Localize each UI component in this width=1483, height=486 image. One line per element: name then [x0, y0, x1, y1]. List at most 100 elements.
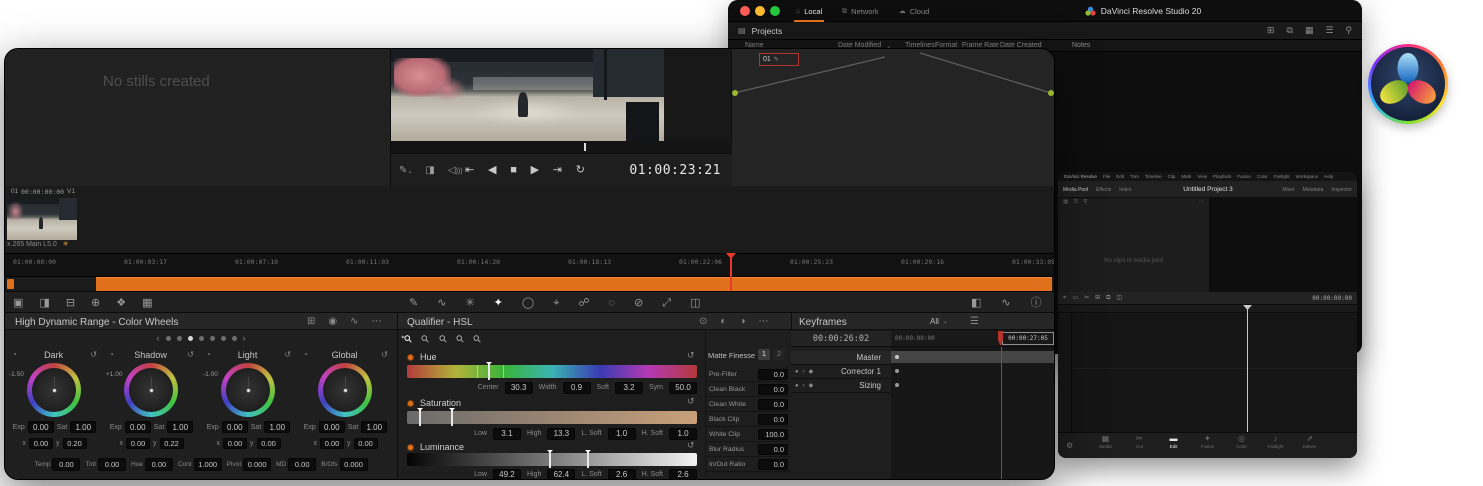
tab-cloud[interactable]: ☁ Cloud: [889, 0, 940, 22]
exp-value[interactable]: 0.00: [28, 421, 54, 433]
sat-low-value[interactable]: 3.1: [493, 428, 521, 440]
tab-network[interactable]: ⧉ Network: [832, 0, 889, 22]
stereo-3d-icon[interactable]: ◫: [690, 298, 700, 309]
col-notes[interactable]: Notes: [1072, 42, 1090, 49]
timeline-ruler[interactable]: 01:00:00:00 01:00:03:17 01:00:07:10 01:0…: [5, 253, 1054, 277]
keyframe-row-master[interactable]: Master: [791, 351, 891, 365]
keyframe-row-sizing[interactable]: ● › ◆ Sizing: [791, 379, 891, 393]
sat-lsoft-value[interactable]: 1.0: [608, 428, 636, 440]
qualifier-options-icon[interactable]: ⋯: [758, 317, 768, 327]
zoom-icon[interactable]: ⊕: [91, 298, 100, 309]
edit-timeline-ruler[interactable]: [1058, 305, 1357, 313]
next-wheel-set-button[interactable]: ›: [243, 333, 246, 343]
page-edit[interactable]: ▬Edit: [1161, 435, 1186, 449]
settings-gear-icon[interactable]: ⚙: [1066, 442, 1073, 450]
reset-icon[interactable]: ↺: [90, 351, 97, 359]
insert-clip-icon[interactable]: ⊞: [1095, 295, 1100, 301]
sizing-icon[interactable]: ⤢: [662, 298, 671, 309]
menu-fairlight[interactable]: Fairlight: [1274, 174, 1290, 179]
reset-icon[interactable]: ↺: [381, 351, 388, 359]
exp-value[interactable]: 0.00: [222, 421, 248, 433]
menu-fusion[interactable]: Fusion: [1237, 174, 1251, 179]
hue-soft-value[interactable]: 3.2: [615, 382, 643, 394]
audio-mute-icon[interactable]: ◁))): [448, 166, 463, 176]
search-icon[interactable]: ⚲: [1345, 26, 1352, 35]
split-compare-icon[interactable]: ◧: [971, 298, 981, 309]
page-color[interactable]: ◎Color: [1229, 435, 1254, 449]
hue-enable-toggle[interactable]: [407, 354, 414, 361]
hdr-options-icon[interactable]: ⋯: [372, 317, 382, 327]
wheel-page-dot[interactable]: [210, 336, 215, 341]
davinci-resolve-app-icon[interactable]: [1368, 44, 1448, 124]
prev-clip-button[interactable]: ⇤: [465, 165, 474, 176]
matte-finesse-tab-2[interactable]: 2: [773, 349, 785, 360]
next-clip-button[interactable]: ⇥: [553, 165, 562, 176]
wheel-page-dot[interactable]: [232, 336, 237, 341]
clean-white-value[interactable]: 0.0: [758, 399, 788, 410]
y-value[interactable]: 0.00: [257, 438, 281, 449]
overwrite-clip-icon[interactable]: ⧉: [1106, 295, 1110, 301]
info-icon[interactable]: ⓘ: [1031, 298, 1042, 309]
custom-curves-icon[interactable]: ∿: [437, 298, 446, 309]
exp-value[interactable]: 0.00: [125, 421, 151, 433]
y-value[interactable]: 0.20: [63, 438, 87, 449]
hue-range-bar[interactable]: [407, 365, 697, 378]
search-icon[interactable]: ⚲: [1083, 200, 1087, 206]
media-pool-toggle[interactable]: Media Pool: [1063, 187, 1088, 193]
sat-high-value[interactable]: 13.3: [547, 428, 575, 440]
wheel-page-dot[interactable]: [177, 336, 182, 341]
menu-playback[interactable]: Playback: [1213, 174, 1231, 179]
lum-lsoft-value[interactable]: 2.6: [608, 469, 636, 481]
trim-tool-icon[interactable]: ▭: [1072, 295, 1078, 301]
node-clip-label[interactable]: 01 ✎: [759, 53, 799, 66]
index-toggle[interactable]: Index: [1119, 187, 1131, 193]
menu-workspace[interactable]: Workspace: [1296, 174, 1318, 179]
sat-value[interactable]: 1.00: [361, 421, 387, 433]
lum-hsoft-value[interactable]: 2.6: [669, 469, 697, 481]
play-reverse-button[interactable]: ◀: [488, 165, 496, 176]
metadata-toggle[interactable]: Metadata: [1303, 187, 1324, 193]
picker-add-icon[interactable]: ⚲: [420, 333, 433, 346]
qualifier-icon[interactable]: ✦: [494, 298, 503, 309]
hue-reset-icon[interactable]: ↺: [687, 351, 695, 360]
play-button[interactable]: ▶: [531, 165, 539, 176]
y-value[interactable]: 0.00: [354, 438, 378, 449]
effects-toggle[interactable]: Effects: [1096, 187, 1111, 193]
page-cut[interactable]: ✂Cut: [1127, 435, 1152, 449]
saturation-reset-icon[interactable]: ↺: [687, 397, 695, 406]
keyframe-row-corrector1[interactable]: ● › ◆ Corrector 1: [791, 365, 891, 379]
list-view-icon[interactable]: ☰: [1325, 26, 1333, 35]
menu-mark[interactable]: Mark: [1181, 174, 1191, 179]
master-track-bar[interactable]: [891, 351, 1055, 363]
wheel-page-dot[interactable]: [221, 336, 226, 341]
menu-trim[interactable]: Trim: [1130, 174, 1139, 179]
saturation-range-bar[interactable]: [407, 411, 697, 424]
viewer-seek-bar[interactable]: [391, 141, 732, 153]
color-wheel[interactable]: [124, 363, 178, 417]
reset-icon[interactable]: ↺: [187, 351, 194, 359]
thumbnails-icon[interactable]: ▦: [142, 298, 152, 309]
color-wheel[interactable]: [27, 363, 81, 417]
close-button[interactable]: [740, 6, 750, 16]
blur-icon[interactable]: ◌: [609, 298, 616, 309]
keyframe-marker[interactable]: [895, 383, 899, 387]
inspector-toggle[interactable]: Inspector: [1331, 187, 1352, 193]
list-view-icon[interactable]: ☰: [1073, 200, 1078, 206]
new-folder-icon[interactable]: ⊞: [1267, 26, 1275, 35]
hue-width-value[interactable]: 0.9: [563, 382, 591, 394]
tint-value[interactable]: 0.00: [98, 458, 126, 471]
hue-curves-icon[interactable]: ✳: [465, 298, 474, 309]
node-editor-panel[interactable]: 01 ✎: [732, 49, 1055, 186]
viewer-video[interactable]: [391, 49, 664, 141]
luminance-range-bar[interactable]: [407, 453, 697, 466]
wheel-page-dot[interactable]: [166, 336, 171, 341]
wheel-page-dot[interactable]: [188, 336, 193, 341]
sat-value[interactable]: 1.00: [167, 421, 193, 433]
pre-filter-value[interactable]: 0.0: [758, 369, 788, 380]
x-value[interactable]: 0.00: [223, 438, 247, 449]
matte-preview-icon[interactable]: ◑: [739, 317, 745, 327]
expand-caret-icon[interactable]: ›: [803, 383, 805, 389]
keyframe-options-icon[interactable]: ☰: [970, 317, 979, 327]
hue-sym-value[interactable]: 50.0: [669, 382, 697, 394]
magic-mask-icon[interactable]: ☍: [578, 298, 589, 309]
